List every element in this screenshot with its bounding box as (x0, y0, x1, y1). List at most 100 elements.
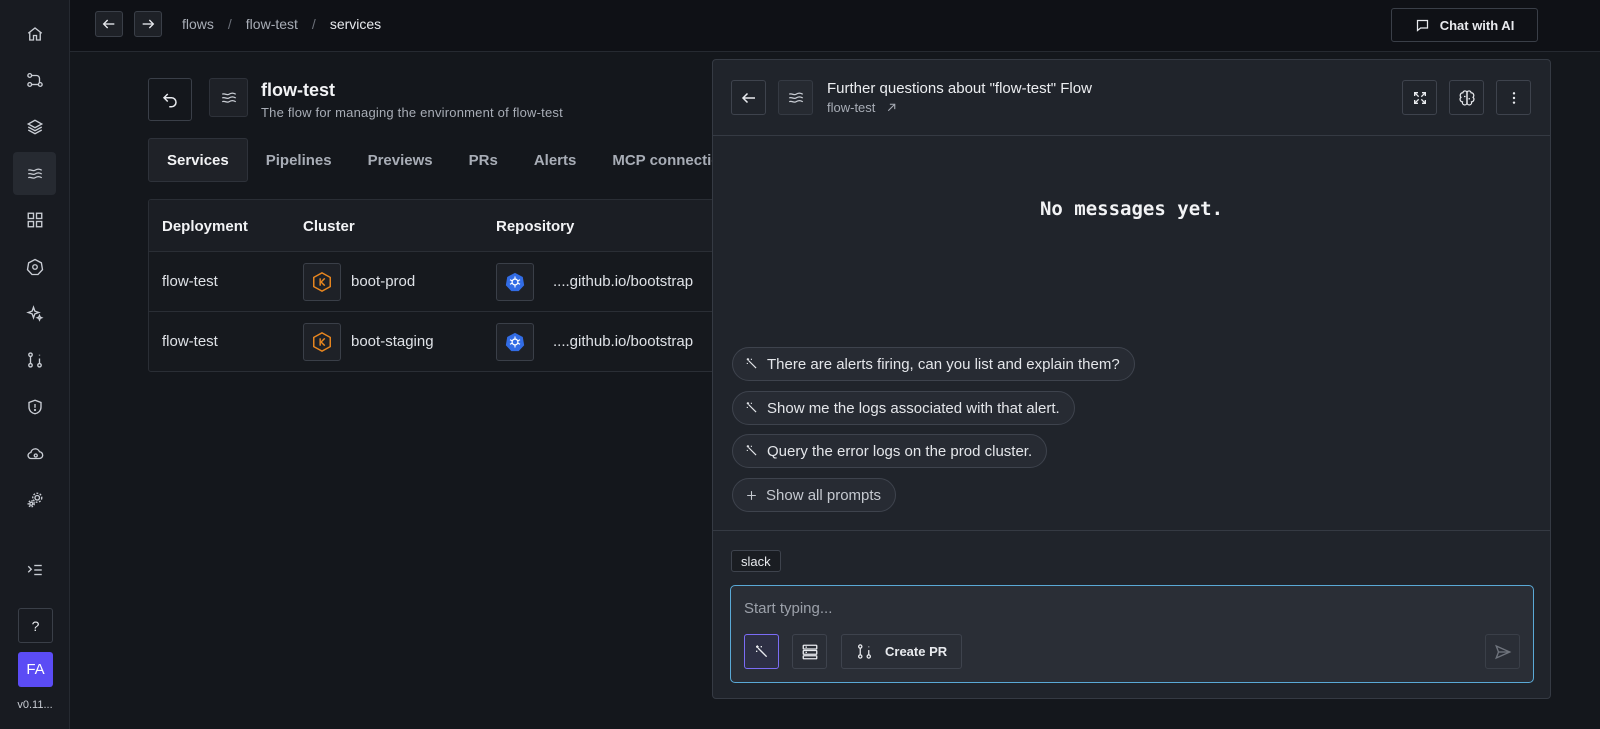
nav-security[interactable] (13, 385, 56, 428)
cluster-name[interactable]: boot-prod (351, 273, 415, 290)
table-header: Deployment Cluster Repository (149, 200, 767, 252)
column-header-cluster: Cluster (303, 218, 355, 235)
settings-icon (27, 492, 42, 507)
send-icon (1494, 644, 1511, 659)
plus-icon (747, 490, 756, 500)
chat-title: Further questions about "flow-test" Flow (827, 80, 1092, 97)
kubernetes-repo-icon (496, 263, 534, 301)
arrow-right-icon (142, 19, 155, 29)
history-forward-button[interactable] (134, 11, 162, 37)
nav-kubernetes[interactable] (13, 245, 56, 288)
breadcrumb-flows[interactable]: flows (182, 16, 214, 32)
create-pr-label: Create PR (885, 644, 948, 659)
external-link-icon (888, 103, 896, 112)
eks-cluster-icon (303, 263, 341, 301)
tab-pipelines[interactable]: Pipelines (248, 138, 350, 182)
kebab-menu-icon (1512, 91, 1515, 104)
chat-with-ai-button[interactable]: Chat with AI (1391, 8, 1538, 42)
eks-cluster-icon (303, 323, 341, 361)
chat-input[interactable] (744, 600, 1504, 617)
flows-icon (221, 91, 236, 103)
chat-composer: slack Create PR (713, 530, 1550, 698)
pull-request-icon (857, 644, 872, 659)
repository-url[interactable]: ....github.io/bootstrap (553, 273, 693, 290)
page-title: flow-test (261, 80, 335, 100)
nav-settings[interactable] (13, 478, 56, 521)
chat-flow-icon-box (778, 80, 813, 115)
prompt-suggestions-toggle[interactable] (744, 634, 779, 669)
table-row[interactable]: flow-test boot-staging ....github.io/boo… (149, 312, 767, 371)
cluster-name[interactable]: boot-staging (351, 333, 434, 350)
suggested-prompt[interactable]: Query the error logs on the prod cluster… (732, 434, 1048, 468)
top-bar: flows / flow-test / services Chat with A… (70, 0, 1600, 52)
prompt-text: Show me the logs associated with that al… (767, 399, 1060, 417)
suggested-prompt[interactable]: Show me the logs associated with that al… (732, 391, 1075, 425)
chat-input-box: Create PR (730, 585, 1534, 683)
flow-icon-box (209, 78, 248, 117)
table-row[interactable]: flow-test boot-prod ....github.io/bootst… (149, 252, 767, 312)
expand-menu-icon (27, 564, 42, 575)
ai-memory-button[interactable] (1449, 80, 1484, 115)
help-button[interactable]: ? (18, 608, 53, 643)
fullscreen-button[interactable] (1402, 80, 1437, 115)
page-description: The flow for managing the environment of… (261, 105, 563, 120)
nav-commits[interactable] (13, 58, 56, 101)
nav-pull-requests[interactable] (13, 338, 56, 381)
nav-catalog[interactable] (13, 198, 56, 241)
show-all-prompts-button[interactable]: Show all prompts (732, 478, 897, 512)
servers-button[interactable] (792, 634, 827, 669)
avatar[interactable]: FA (18, 652, 53, 687)
empty-chat-message: No messages yet. (1039, 198, 1224, 220)
ai-chat-panel: Further questions about "flow-test" Flow… (712, 59, 1551, 699)
tab-alerts[interactable]: Alerts (516, 138, 595, 182)
magic-wand-icon (746, 402, 757, 413)
repository-url[interactable]: ....github.io/bootstrap (553, 333, 693, 350)
chat-bubble-icon (1416, 19, 1428, 32)
nav-home[interactable] (13, 12, 56, 55)
tab-bar: Services Pipelines Previews PRs Alerts M… (148, 138, 756, 182)
git-commit-icon (26, 72, 43, 87)
brain-icon (1458, 89, 1475, 105)
breadcrumb-separator: / (311, 16, 316, 32)
context-tag[interactable]: slack (731, 550, 781, 572)
nav-stacks[interactable] (13, 105, 56, 148)
back-button[interactable] (148, 78, 192, 121)
security-icon (27, 399, 42, 414)
send-button[interactable] (1485, 634, 1520, 669)
nav-cloud-settings[interactable] (13, 432, 56, 475)
breadcrumb: flows / flow-test / services (182, 16, 381, 32)
flows-icon (27, 167, 42, 179)
breadcrumb-services: services (329, 16, 382, 32)
magic-wand-icon (755, 644, 767, 657)
create-pr-button[interactable]: Create PR (841, 634, 963, 669)
kubernetes-repo-icon (496, 323, 534, 361)
server-list-icon (802, 644, 817, 659)
chat-back-button[interactable] (731, 80, 766, 115)
prompt-text: Query the error logs on the prod cluster… (767, 442, 1033, 460)
kubernetes-icon (26, 258, 43, 275)
more-options-button[interactable] (1496, 80, 1531, 115)
show-all-prompts-label: Show all prompts (766, 486, 882, 504)
arrow-left-icon (741, 92, 755, 103)
deployment-name: flow-test (162, 333, 218, 350)
chat-header: Further questions about "flow-test" Flow… (713, 60, 1550, 136)
expand-menu-button[interactable] (13, 548, 56, 591)
suggested-prompt[interactable]: There are alerts firing, can you list an… (732, 347, 1135, 381)
history-back-button[interactable] (95, 11, 123, 37)
cloud-settings-icon (26, 447, 43, 459)
chat-flow-link[interactable]: flow-test (827, 100, 898, 115)
expand-icon (1413, 91, 1426, 104)
tab-prs[interactable]: PRs (451, 138, 516, 182)
nav-ai[interactable] (13, 292, 56, 335)
nav-flows[interactable] (13, 152, 56, 195)
home-icon (27, 26, 42, 41)
column-header-deployment: Deployment (162, 218, 248, 235)
app-version: v0.11... (17, 699, 53, 711)
undo-arrow-icon (162, 92, 177, 107)
services-table: Deployment Cluster Repository flow-test … (148, 199, 768, 372)
prompt-text: There are alerts firing, can you list an… (767, 355, 1120, 373)
breadcrumb-flow-test[interactable]: flow-test (246, 16, 298, 32)
tab-services[interactable]: Services (148, 138, 248, 182)
deployment-name: flow-test (162, 273, 218, 290)
tab-previews[interactable]: Previews (350, 138, 451, 182)
